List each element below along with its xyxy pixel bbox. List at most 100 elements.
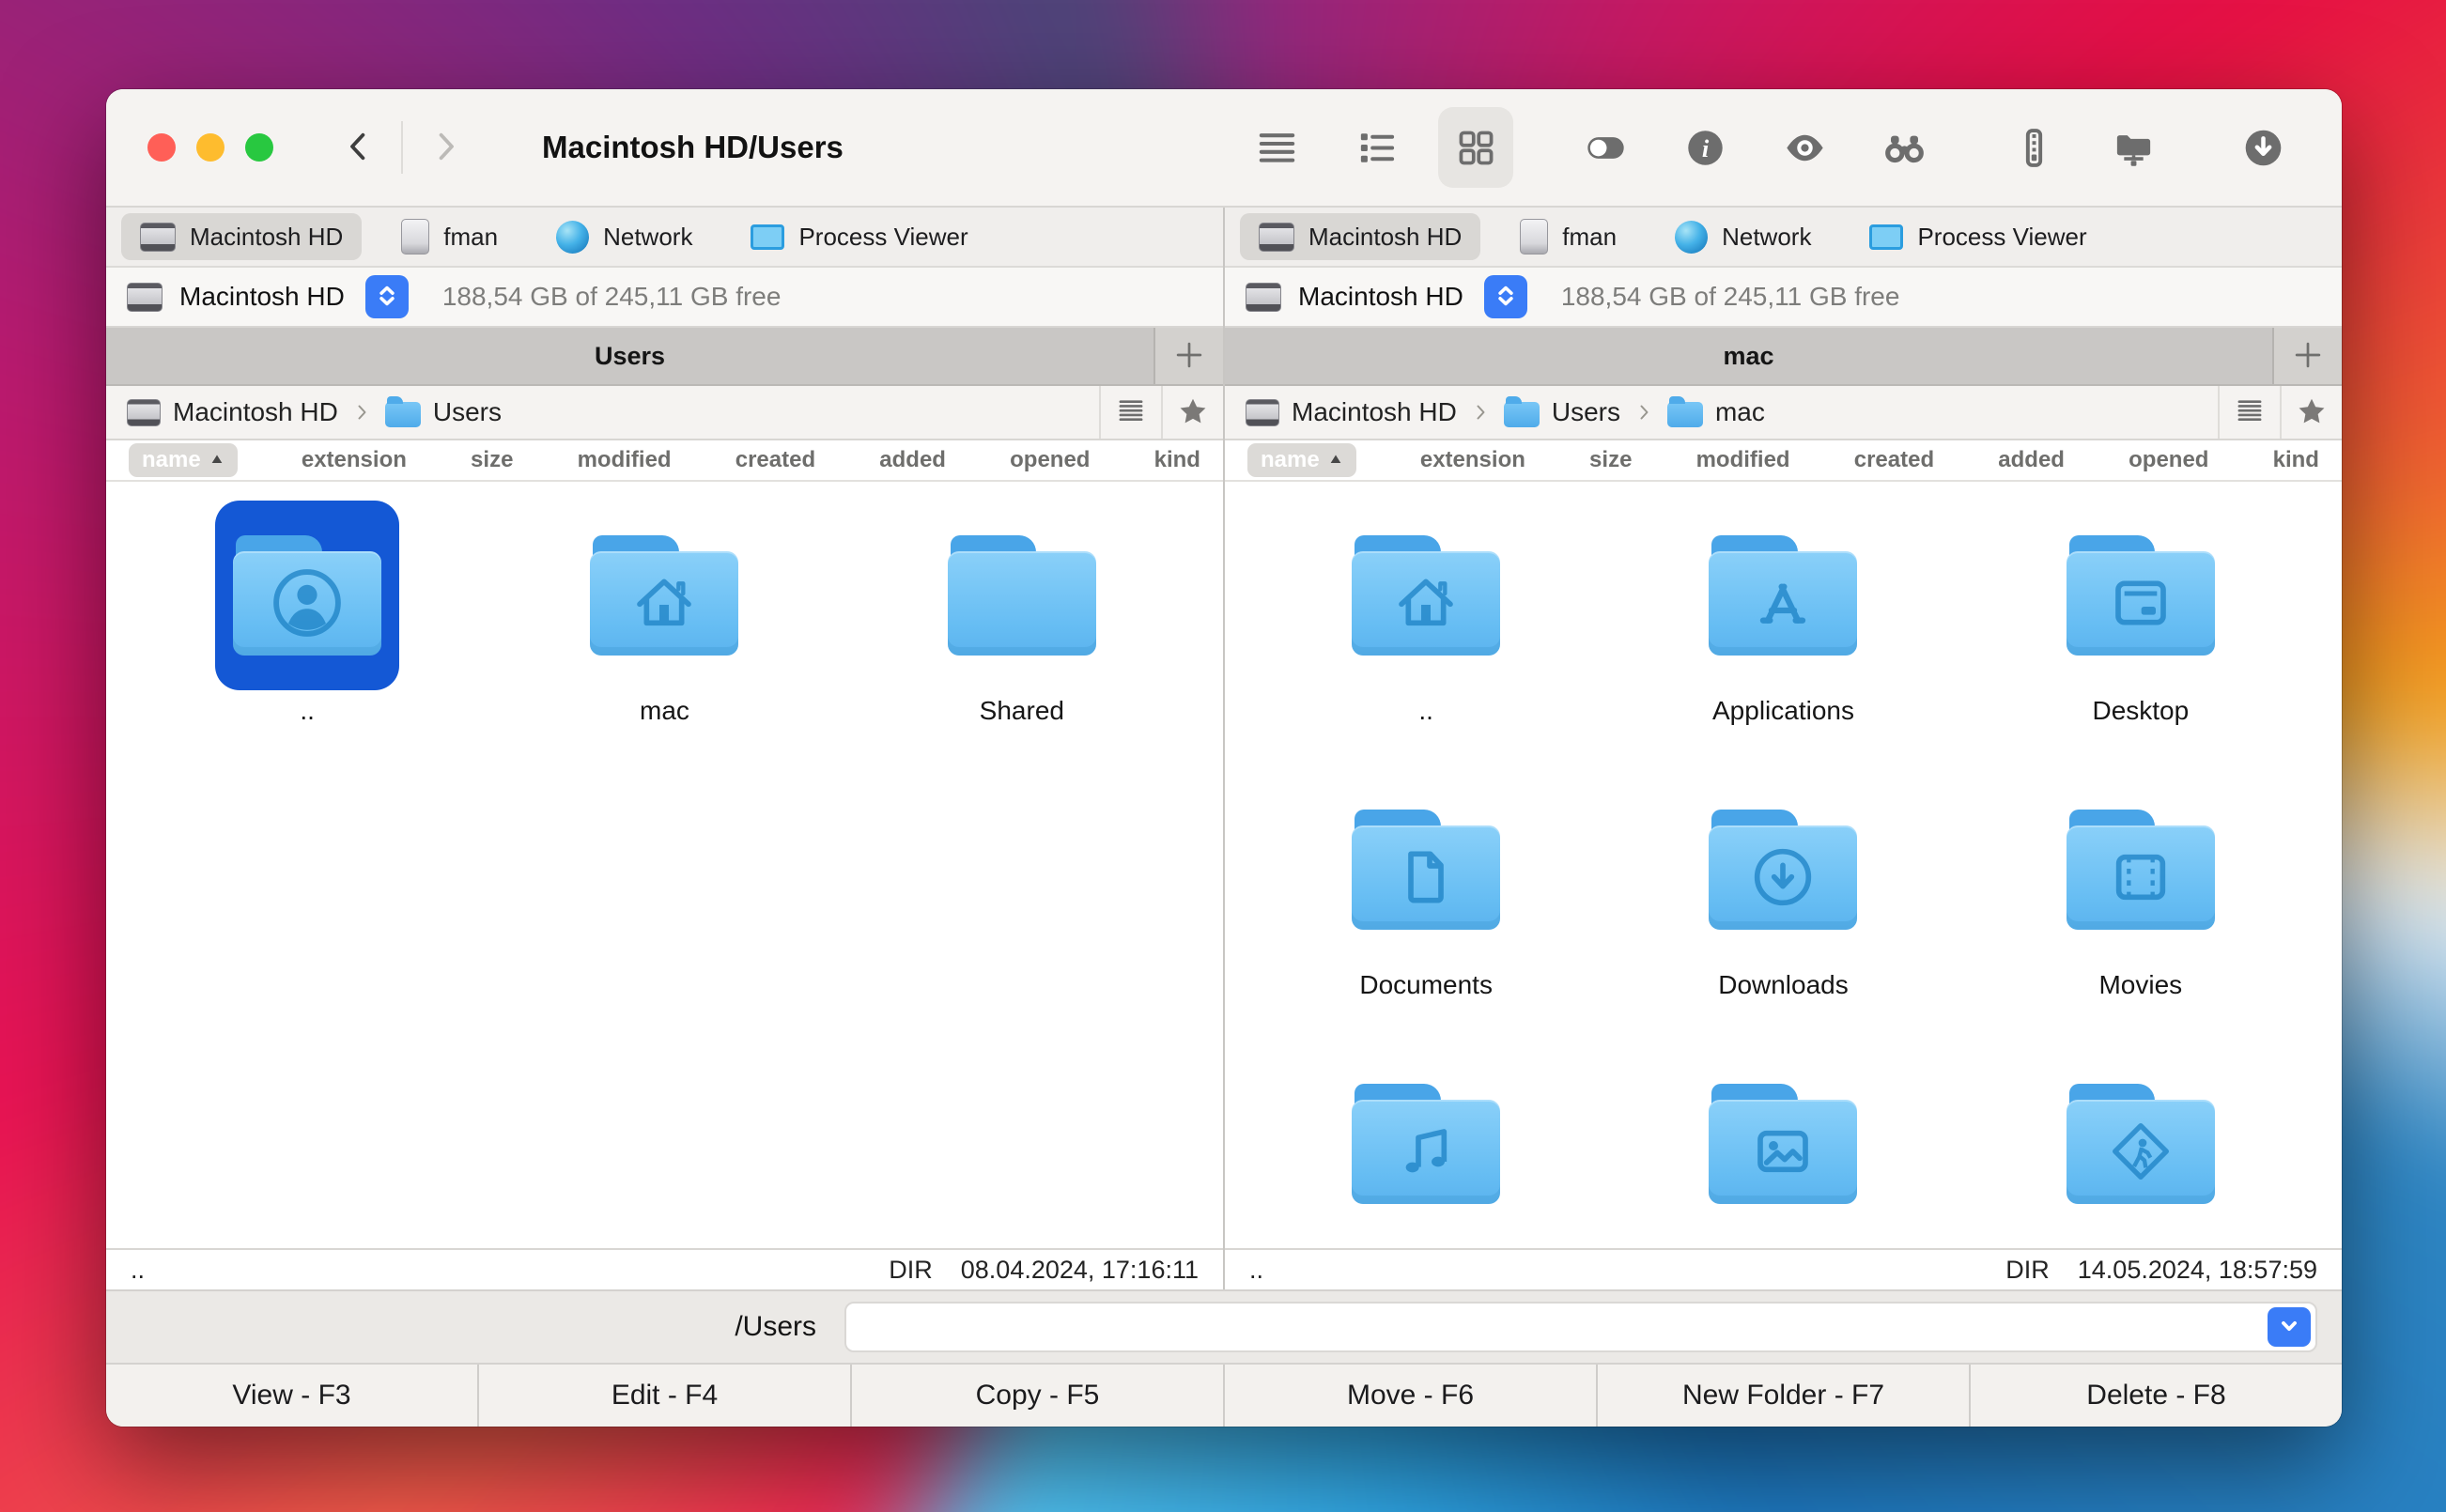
drive-select-stepper[interactable] bbox=[365, 275, 409, 318]
favorite-internal-drive[interactable]: Macintosh HD bbox=[1240, 213, 1480, 260]
file-icon-frame bbox=[1691, 501, 1875, 690]
drive-free-space: 188,54 GB of 245,11 GB free bbox=[442, 282, 782, 312]
titlebar: Macintosh HD/Users i bbox=[106, 89, 2342, 208]
file-item-pictures-folder[interactable] bbox=[1604, 1049, 1961, 1248]
drive-select-stepper[interactable] bbox=[1484, 275, 1527, 318]
column-header-added[interactable]: added bbox=[879, 447, 946, 473]
active-tab[interactable]: mac bbox=[1225, 328, 2272, 384]
info-button[interactable]: i bbox=[1667, 107, 1742, 188]
path-list-button[interactable] bbox=[2218, 386, 2280, 439]
column-header-added[interactable]: added bbox=[1998, 447, 2065, 473]
breadcrumb-item[interactable]: Macintosh HD bbox=[1246, 397, 1457, 427]
file-item-desktop-folder[interactable]: Desktop bbox=[1962, 501, 2319, 775]
breadcrumb-item[interactable]: Macintosh HD bbox=[127, 397, 338, 427]
column-header-name[interactable]: name bbox=[1247, 443, 1356, 477]
network-button[interactable] bbox=[2096, 107, 2171, 188]
file-item-music-folder[interactable] bbox=[1247, 1049, 1604, 1248]
favorite-star-button[interactable] bbox=[1161, 386, 1223, 439]
favorite-process-display[interactable]: Process Viewer bbox=[1850, 213, 2105, 260]
active-tab[interactable]: Users bbox=[106, 328, 1153, 384]
pane-right: Macintosh HD fman Network Process Viewer Ma… bbox=[1223, 208, 2342, 1289]
folder-icon bbox=[2067, 810, 2215, 930]
file-icon-frame bbox=[1334, 501, 1518, 690]
external-drive-icon bbox=[1520, 219, 1548, 255]
favorite-process-display[interactable]: Process Viewer bbox=[732, 213, 986, 260]
file-item-appstore-folder[interactable]: Applications bbox=[1604, 501, 1961, 775]
appstore-glyph-icon bbox=[1745, 565, 1820, 640]
favorite-network-globe[interactable]: Network bbox=[1656, 213, 1830, 260]
archive-button[interactable] bbox=[1996, 107, 2071, 188]
file-label: Desktop bbox=[2092, 696, 2189, 732]
column-header-created[interactable]: created bbox=[735, 447, 815, 473]
breadcrumb-label: Users bbox=[1552, 397, 1620, 427]
search-button[interactable] bbox=[1866, 107, 1942, 188]
column-header-kind[interactable]: kind bbox=[1154, 447, 1200, 473]
command-line-bar: /Users bbox=[106, 1291, 2342, 1365]
breadcrumb-item[interactable]: mac bbox=[1667, 397, 1765, 427]
function-button-f6[interactable]: Move - F6 bbox=[1223, 1365, 1596, 1427]
column-header-modified[interactable]: modified bbox=[1696, 447, 1790, 473]
status-date: 08.04.2024, 17:16:11 bbox=[961, 1256, 1199, 1285]
status-details: DIR 08.04.2024, 17:16:11 bbox=[889, 1256, 1199, 1285]
column-header-extension[interactable]: extension bbox=[1420, 447, 1525, 473]
thumbs-view-button[interactable] bbox=[1438, 107, 1513, 188]
toggle-hidden-button[interactable] bbox=[1568, 107, 1643, 188]
path-list-icon bbox=[2232, 393, 2268, 432]
minimize-window-button[interactable] bbox=[196, 133, 224, 162]
path-list-button[interactable] bbox=[1099, 386, 1161, 439]
file-item-public-folder[interactable] bbox=[1962, 1049, 2319, 1248]
file-item-download-folder[interactable]: Downloads bbox=[1604, 775, 1961, 1049]
brief-view-button[interactable] bbox=[1339, 107, 1414, 188]
toolbar: i bbox=[1184, 107, 2300, 188]
function-button-f7[interactable]: New Folder - F7 bbox=[1596, 1365, 1969, 1427]
column-header-modified[interactable]: modified bbox=[578, 447, 672, 473]
column-header-created[interactable]: created bbox=[1854, 447, 1934, 473]
column-header-opened[interactable]: opened bbox=[2129, 447, 2208, 473]
command-history-dropdown-button[interactable] bbox=[2268, 1307, 2311, 1347]
file-item-document-folder[interactable]: Documents bbox=[1247, 775, 1604, 1049]
file-item-plain-folder[interactable]: Shared bbox=[844, 501, 1200, 775]
column-header-opened[interactable]: opened bbox=[1010, 447, 1090, 473]
favorite-external-drive[interactable]: fman bbox=[382, 213, 517, 260]
breadcrumb-label: Macintosh HD bbox=[1292, 397, 1457, 427]
file-item-user-folder[interactable]: .. bbox=[129, 501, 486, 775]
up-down-chevrons-icon bbox=[374, 283, 400, 312]
chevron-right-icon bbox=[426, 127, 465, 169]
breadcrumb-item[interactable]: Users bbox=[1504, 397, 1620, 427]
new-tab-button[interactable] bbox=[2272, 328, 2342, 384]
folder-icon bbox=[590, 535, 738, 656]
column-header-extension[interactable]: extension bbox=[302, 447, 407, 473]
favorite-star-button[interactable] bbox=[2280, 386, 2342, 439]
toolbar-group bbox=[2225, 107, 2300, 188]
favorite-network-globe[interactable]: Network bbox=[537, 213, 711, 260]
favorite-external-drive[interactable]: fman bbox=[1501, 213, 1635, 260]
breadcrumb-item[interactable]: Users bbox=[385, 397, 502, 427]
preview-button[interactable] bbox=[1767, 107, 1842, 188]
function-button-f8[interactable]: Delete - F8 bbox=[1969, 1365, 2342, 1427]
file-item-home-folder[interactable]: .. bbox=[1247, 501, 1604, 775]
new-tab-button[interactable] bbox=[1153, 328, 1223, 384]
column-header-size[interactable]: size bbox=[1589, 447, 1632, 473]
column-label: name bbox=[142, 447, 201, 473]
network-globe-icon bbox=[1675, 221, 1708, 254]
download-button[interactable] bbox=[2225, 107, 2300, 188]
function-button-f5[interactable]: Copy - F5 bbox=[850, 1365, 1223, 1427]
full-view-button[interactable] bbox=[1239, 107, 1314, 188]
function-button-f4[interactable]: Edit - F4 bbox=[477, 1365, 850, 1427]
favorite-internal-drive[interactable]: Macintosh HD bbox=[121, 213, 362, 260]
back-button[interactable] bbox=[339, 127, 379, 169]
command-input[interactable] bbox=[861, 1304, 2268, 1350]
zoom-window-button[interactable] bbox=[245, 133, 273, 162]
file-icon-frame bbox=[1691, 1049, 1875, 1239]
function-button-f3[interactable]: View - F3 bbox=[106, 1365, 477, 1427]
forward-button[interactable] bbox=[426, 127, 465, 169]
file-item-home-folder[interactable]: mac bbox=[486, 501, 843, 775]
column-header-kind[interactable]: kind bbox=[2273, 447, 2319, 473]
file-item-movies-folder[interactable]: Movies bbox=[1962, 775, 2319, 1049]
file-label: Shared bbox=[980, 696, 1064, 732]
column-header-size[interactable]: size bbox=[471, 447, 513, 473]
column-header-name[interactable]: name bbox=[129, 443, 238, 477]
public-glyph-icon bbox=[2103, 1114, 2178, 1189]
breadcrumb-bar: Macintosh HD Users bbox=[106, 386, 1223, 440]
close-window-button[interactable] bbox=[147, 133, 176, 162]
